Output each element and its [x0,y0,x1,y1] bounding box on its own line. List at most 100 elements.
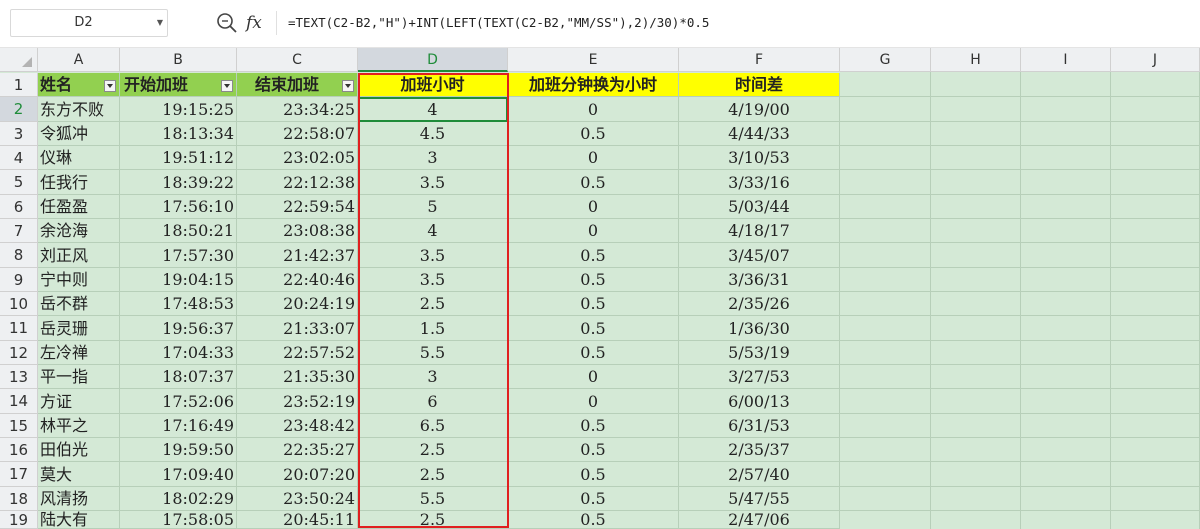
cell-overtime-hours[interactable]: 3 [358,146,508,170]
cell-minutes-to-hours[interactable]: 0.5 [508,316,679,341]
cell-overtime-hours[interactable]: 3.5 [358,170,508,195]
row-header-7[interactable]: 7 [0,219,38,243]
cell-overtime-hours[interactable]: 2.5 [358,292,508,316]
cell-start-time[interactable]: 18:50:21 [120,219,237,243]
cell-start-time[interactable]: 17:04:33 [120,341,237,365]
zoom-icon[interactable] [215,11,239,35]
row-header-3[interactable]: 3 [0,122,38,146]
header-overtime-hours[interactable]: 加班小时 [358,73,508,97]
cell-minutes-to-hours[interactable]: 0 [508,389,679,414]
column-header-e[interactable]: E [508,48,679,72]
cell-name[interactable]: 方证 [38,389,120,414]
cell-name[interactable]: 风清扬 [38,487,120,511]
cell-minutes-to-hours[interactable]: 0.5 [508,438,679,462]
cell-time-diff[interactable]: 2/57/40 [679,462,840,487]
cell-minutes-to-hours[interactable]: 0.5 [508,122,679,146]
cell-end-time[interactable]: 21:35:30 [237,365,358,389]
cell-start-time[interactable]: 19:51:12 [120,146,237,170]
cell-overtime-hours[interactable]: 4 [358,219,508,243]
cell-name[interactable]: 任盈盈 [38,195,120,219]
cell-time-diff[interactable]: 4/19/00 [679,97,840,122]
cell-time-diff[interactable]: 1/36/30 [679,316,840,341]
cell-start-time[interactable]: 17:48:53 [120,292,237,316]
cell-time-diff[interactable]: 4/18/17 [679,219,840,243]
cell-start-time[interactable]: 17:57:30 [120,243,237,268]
column-header-i[interactable]: I [1021,48,1111,72]
cell-time-diff[interactable]: 5/03/44 [679,195,840,219]
row-header-18[interactable]: 18 [0,487,38,511]
cell-minutes-to-hours[interactable]: 0.5 [508,487,679,511]
cell-minutes-to-hours[interactable]: 0 [508,219,679,243]
column-header-b[interactable]: B [120,48,237,72]
column-header-j[interactable]: J [1111,48,1200,72]
cell-minutes-to-hours[interactable]: 0.5 [508,511,679,529]
cell-name[interactable]: 宁中则 [38,268,120,292]
cell-end-time[interactable]: 22:57:52 [237,341,358,365]
cell-overtime-hours[interactable]: 2.5 [358,438,508,462]
cell-end-time[interactable]: 22:40:46 [237,268,358,292]
cell-time-diff[interactable]: 2/35/37 [679,438,840,462]
row-header-12[interactable]: 12 [0,341,38,365]
row-header-8[interactable]: 8 [0,243,38,268]
cell-time-diff[interactable]: 4/44/33 [679,122,840,146]
header-time-diff[interactable]: 时间差 [679,73,840,97]
cell-time-diff[interactable]: 2/47/06 [679,511,840,529]
filter-dropdown-icon[interactable] [342,80,354,92]
cell-minutes-to-hours[interactable]: 0.5 [508,243,679,268]
cell-time-diff[interactable]: 2/35/26 [679,292,840,316]
cell-overtime-hours[interactable]: 1.5 [358,316,508,341]
cell-overtime-hours[interactable]: 5.5 [358,487,508,511]
row-header-17[interactable]: 17 [0,462,38,487]
cell-start-time[interactable]: 19:15:25 [120,97,237,122]
function-icon[interactable]: fx [246,10,270,36]
cell-minutes-to-hours[interactable]: 0.5 [508,414,679,438]
formula-input[interactable]: =TEXT(C2-B2,"H")+INT(LEFT(TEXT(C2-B2,"MM… [288,9,1188,37]
header-name[interactable]: 姓名 [38,73,120,97]
cell-time-diff[interactable]: 5/47/55 [679,487,840,511]
cell-name[interactable]: 左冷禅 [38,341,120,365]
cell-time-diff[interactable]: 3/33/16 [679,170,840,195]
cell-start-time[interactable]: 17:52:06 [120,389,237,414]
cell-start-time[interactable]: 18:02:29 [120,487,237,511]
cell-name[interactable]: 仪琳 [38,146,120,170]
cell-end-time[interactable]: 22:35:27 [237,438,358,462]
row-header-6[interactable]: 6 [0,195,38,219]
column-header-d[interactable]: D [358,48,508,72]
cell-minutes-to-hours[interactable]: 0 [508,195,679,219]
cell-end-time[interactable]: 22:12:38 [237,170,358,195]
row-header-5[interactable]: 5 [0,170,38,195]
cell-time-diff[interactable]: 3/10/53 [679,146,840,170]
cell-name[interactable]: 林平之 [38,414,120,438]
cell-name[interactable]: 岳灵珊 [38,316,120,341]
row-header-16[interactable]: 16 [0,438,38,462]
row-header-2[interactable]: 2 [0,97,38,122]
cell-name[interactable]: 岳不群 [38,292,120,316]
cell-name[interactable]: 陆大有 [38,511,120,529]
cell-name[interactable]: 余沧海 [38,219,120,243]
cell-end-time[interactable]: 20:24:19 [237,292,358,316]
cell-name[interactable]: 令狐冲 [38,122,120,146]
cell-start-time[interactable]: 17:09:40 [120,462,237,487]
cell-start-time[interactable]: 19:59:50 [120,438,237,462]
cell-end-time[interactable]: 21:42:37 [237,243,358,268]
cell-minutes-to-hours[interactable]: 0 [508,97,679,122]
row-header-10[interactable]: 10 [0,292,38,316]
row-header-13[interactable]: 13 [0,365,38,389]
cell-minutes-to-hours[interactable]: 0.5 [508,170,679,195]
column-header-c[interactable]: C [237,48,358,72]
row-header-9[interactable]: 9 [0,268,38,292]
cell-name[interactable]: 莫大 [38,462,120,487]
cell-end-time[interactable]: 23:34:25 [237,97,358,122]
cell-start-time[interactable]: 18:13:34 [120,122,237,146]
cell-overtime-hours[interactable]: 3.5 [358,243,508,268]
cell-overtime-hours[interactable]: 2.5 [358,511,508,529]
cell-minutes-to-hours[interactable]: 0.5 [508,268,679,292]
cell-end-time[interactable]: 23:52:19 [237,389,358,414]
chevron-down-icon[interactable]: ▼ [157,10,163,36]
cell-time-diff[interactable]: 5/53/19 [679,341,840,365]
cell-end-time[interactable]: 23:50:24 [237,487,358,511]
name-box[interactable]: D2 ▼ [10,9,168,37]
row-header-15[interactable]: 15 [0,414,38,438]
cell-name[interactable]: 田伯光 [38,438,120,462]
select-all-corner[interactable] [0,48,38,72]
